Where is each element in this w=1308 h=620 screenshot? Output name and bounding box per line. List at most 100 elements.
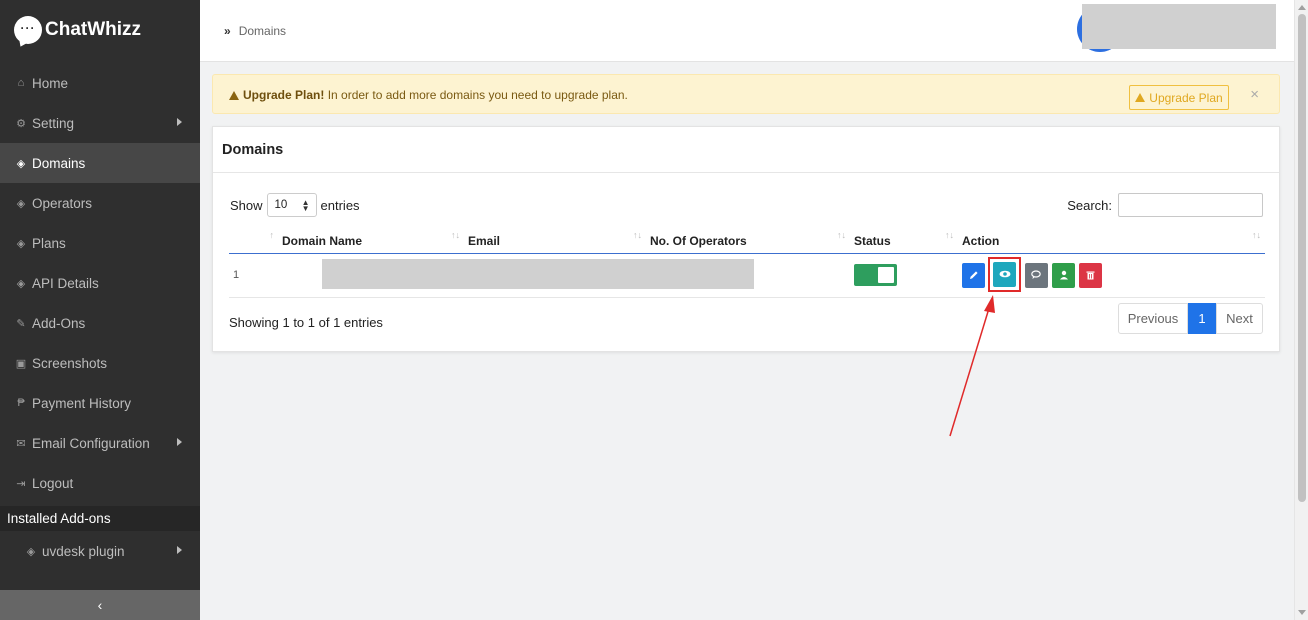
- status-toggle[interactable]: [854, 264, 897, 286]
- caret-right-icon: [177, 118, 182, 126]
- sidebar-item-payment-history[interactable]: ₱ Payment History: [0, 383, 200, 423]
- sidebar-item-api-details[interactable]: ◈ API Details: [0, 263, 200, 303]
- close-icon[interactable]: ×: [1250, 86, 1259, 103]
- image-icon: ▣: [15, 357, 27, 370]
- search-label: Search:: [1067, 197, 1112, 213]
- home-icon: ⌂: [17, 77, 25, 89]
- breadcrumb: » Domains: [224, 24, 286, 38]
- next-page-button[interactable]: Next: [1216, 303, 1263, 334]
- cube-icon: ◈: [16, 237, 26, 250]
- sidebar-item-logout[interactable]: ⇥ Logout: [0, 463, 200, 503]
- alert-text: Upgrade Plan! In order to add more domai…: [229, 88, 628, 102]
- sidebar-item-screenshots[interactable]: ▣ Screenshots: [0, 343, 200, 383]
- sidebar-item-email-configuration[interactable]: ✉ Email Configuration: [0, 423, 200, 463]
- page-1-button[interactable]: 1: [1188, 303, 1216, 334]
- scroll-up-icon[interactable]: [1298, 5, 1306, 10]
- sidebar-item-setting[interactable]: ⚙ Setting: [0, 103, 200, 143]
- sidebar-item-label: uvdesk plugin: [42, 543, 125, 559]
- sidebar-item-add-ons[interactable]: ✎ Add-Ons: [0, 303, 200, 343]
- upgrade-plan-button[interactable]: Upgrade Plan: [1129, 85, 1229, 110]
- edit-button[interactable]: [962, 262, 985, 288]
- trash-icon: [1086, 271, 1095, 280]
- scroll-thumb[interactable]: [1298, 14, 1306, 502]
- paypal-icon: ₱: [17, 397, 25, 409]
- pencil-icon: [969, 271, 978, 279]
- action-cell: [958, 253, 1265, 298]
- sort-icon: ↑: [269, 230, 275, 240]
- sidebar-item-label: Domains: [32, 155, 86, 171]
- chat-button[interactable]: [1025, 262, 1048, 288]
- cube-icon: ◈: [26, 545, 36, 558]
- domains-table: ↑ Domain Name ↑↓ Email ↑↓ No. Of Operators…: [229, 225, 1265, 298]
- operators-cell: [646, 253, 850, 298]
- email-cell: [464, 253, 646, 298]
- previous-page-button[interactable]: Previous: [1118, 303, 1188, 334]
- show-label: Show: [230, 197, 263, 213]
- domain-name-cell: [278, 253, 754, 298]
- delete-button[interactable]: [1079, 262, 1102, 288]
- search-input[interactable]: [1118, 193, 1263, 217]
- cube-icon: ◈: [16, 197, 26, 210]
- column-no-of-operators[interactable]: No. Of Operators ↑↓: [646, 225, 850, 254]
- sidebar-nav: ⌂ Home ⚙ Setting ◈ Domains ◈ Operators ◈…: [0, 63, 200, 503]
- eye-icon: [999, 270, 1010, 278]
- sidebar-item-label: Email Configuration: [32, 435, 150, 451]
- page-length-select[interactable]: 10 ▲ ▼: [266, 193, 317, 217]
- operator-button[interactable]: [1052, 262, 1075, 288]
- toggle-knob: [878, 267, 894, 283]
- comments-icon: [1030, 270, 1041, 279]
- status-cell: [850, 253, 958, 298]
- sidebar-item-domains[interactable]: ◈ Domains: [0, 143, 200, 183]
- column-action[interactable]: Action ↑↓: [958, 225, 1265, 254]
- caret-right-icon: [177, 546, 182, 554]
- sidebar-item-label: Setting: [32, 115, 75, 131]
- chevron-left-icon: ‹: [97, 597, 103, 613]
- view-button[interactable]: [993, 261, 1016, 287]
- page-scrollbar[interactable]: [1294, 0, 1308, 620]
- sidebar-item-label: Home: [32, 75, 69, 91]
- select-arrows-icon: ▲ ▼: [301, 198, 310, 213]
- card-title: Domains: [213, 127, 1279, 173]
- entries-label: entries: [320, 197, 360, 213]
- gears-icon: ⚙: [16, 117, 26, 130]
- sort-icon: ↑↓: [945, 230, 954, 240]
- table-info: Showing 1 to 1 of 1 entries: [229, 315, 383, 330]
- warning-icon: [229, 91, 239, 100]
- sidebar-item-label: Screenshots: [32, 355, 108, 371]
- table-row: 1: [229, 253, 1265, 298]
- column-domain-name[interactable]: Domain Name ↑↓: [278, 225, 464, 254]
- brand[interactable]: ··· ChatWhizz: [0, 0, 200, 60]
- caret-right-icon: [177, 438, 182, 446]
- user-icon: [1059, 270, 1068, 280]
- sidebar-item-operators[interactable]: ◈ Operators: [0, 183, 200, 223]
- column-status[interactable]: Status ↑↓: [850, 225, 958, 254]
- column-email[interactable]: Email ↑↓: [464, 225, 646, 254]
- highlighted-view-button-box: [988, 256, 1021, 292]
- table-search: Search:: [1067, 193, 1263, 217]
- scroll-down-icon[interactable]: [1298, 610, 1306, 615]
- sort-icon: ↑↓: [837, 230, 846, 240]
- sidebar-item-uvdesk-plugin[interactable]: ◈ uvdesk plugin: [0, 531, 200, 571]
- upgrade-plan-alert: Upgrade Plan! In order to add more domai…: [212, 74, 1280, 114]
- cube-icon: ◈: [16, 277, 26, 290]
- sort-icon: ↑↓: [1252, 230, 1261, 240]
- sidebar-item-label: API Details: [32, 275, 99, 291]
- top-header: » Domains: [200, 0, 1294, 62]
- column-index[interactable]: ↑: [229, 225, 278, 254]
- alert-message: In order to add more domains you need to…: [324, 88, 628, 102]
- sidebar-item-label: Add-Ons: [32, 315, 86, 331]
- sidebar-collapse-button[interactable]: ‹: [0, 590, 200, 620]
- sidebar: ··· ChatWhizz ⌂ Home ⚙ Setting ◈ Domains…: [0, 0, 200, 620]
- sort-icon: ↑↓: [451, 230, 460, 240]
- row-index: 1: [229, 253, 278, 298]
- warning-icon: [1135, 93, 1146, 102]
- sort-icon: ↑↓: [633, 230, 642, 240]
- pagination: Previous 1 Next: [1118, 303, 1263, 334]
- alert-title: Upgrade Plan!: [243, 88, 325, 102]
- sidebar-item-label: Plans: [32, 235, 66, 251]
- sidebar-item-label: Payment History: [32, 395, 132, 411]
- sidebar-item-label: Operators: [32, 195, 93, 211]
- sidebar-item-plans[interactable]: ◈ Plans: [0, 223, 200, 263]
- sidebar-item-label: Logout: [32, 475, 74, 491]
- sidebar-item-home[interactable]: ⌂ Home: [0, 63, 200, 103]
